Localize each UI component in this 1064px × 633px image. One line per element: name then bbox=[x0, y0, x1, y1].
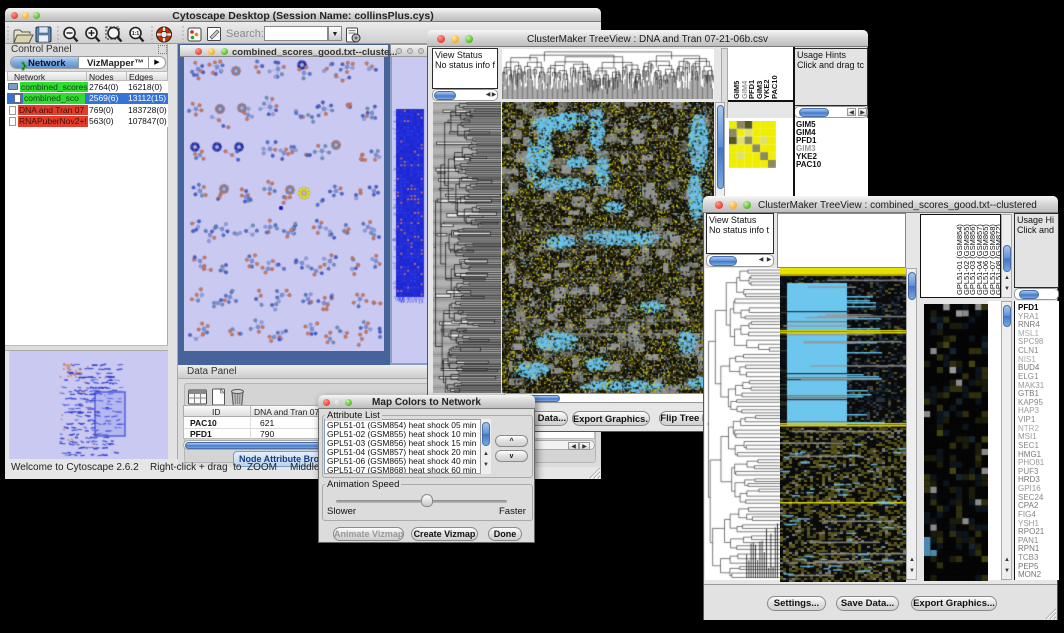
svg-text:1:1: 1:1 bbox=[132, 31, 139, 37]
